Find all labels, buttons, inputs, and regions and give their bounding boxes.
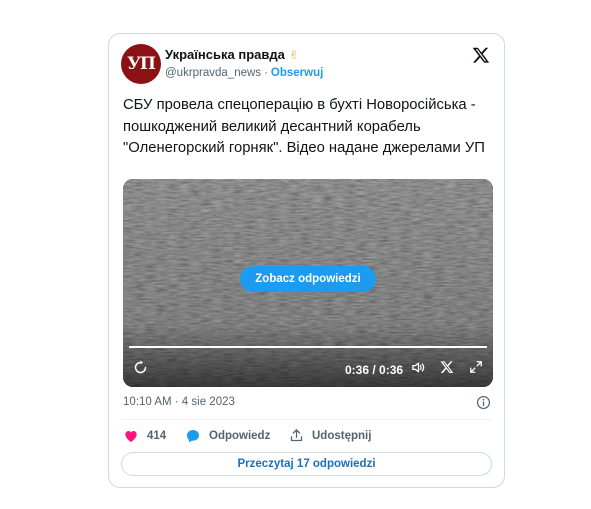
share-icon	[290, 429, 303, 442]
info-icon[interactable]	[476, 395, 491, 410]
like-button[interactable]: 414	[123, 428, 166, 444]
video-progress-bar[interactable]	[129, 346, 487, 348]
like-count: 414	[147, 430, 167, 442]
victory-hand-icon: ✌	[288, 47, 299, 62]
read-replies-button[interactable]: Przeczytaj 17 odpowiedzi	[121, 452, 492, 476]
separator-dot: ·	[264, 67, 268, 79]
fullscreen-icon[interactable]	[469, 360, 483, 374]
see-replies-button[interactable]: Zobacz odpowiedzi	[240, 266, 376, 292]
author-name[interactable]: Українська правда	[165, 47, 285, 62]
x-logo-icon[interactable]	[472, 46, 490, 64]
avatar[interactable]: УП	[121, 44, 161, 84]
replay-icon[interactable]	[133, 360, 148, 375]
x-share-icon[interactable]	[440, 360, 454, 374]
tweet-embed-card: УП Українська правда ✌ @ukrpravda_news ·…	[108, 33, 505, 488]
tweet-text: СБУ провела спецоперацію в бухті Новорос…	[123, 97, 485, 156]
follow-button[interactable]: Obserwuj	[271, 67, 323, 79]
divider	[121, 419, 492, 420]
video-time: 0:36 / 0:36	[345, 363, 404, 377]
reply-button[interactable]: Odpowiedz	[185, 428, 270, 444]
author-name-row: Українська правда ✌	[165, 47, 299, 62]
reply-bubble-icon	[187, 430, 199, 443]
tweet-timestamp[interactable]: 10:10 AM · 4 sie 2023	[123, 396, 235, 408]
share-label: Udostępnij	[312, 429, 372, 442]
share-button[interactable]: Udostępnij	[289, 428, 371, 443]
video-player[interactable]: Zobacz odpowiedzi 0:36 / 0:36	[123, 179, 493, 387]
volume-icon[interactable]	[411, 360, 426, 375]
author-handle[interactable]: @ukrpravda_news	[165, 67, 261, 79]
reply-label: Odpowiedz	[209, 430, 271, 442]
author-handle-row: @ukrpravda_news · Obserwuj	[165, 67, 323, 79]
heart-icon	[125, 431, 137, 442]
